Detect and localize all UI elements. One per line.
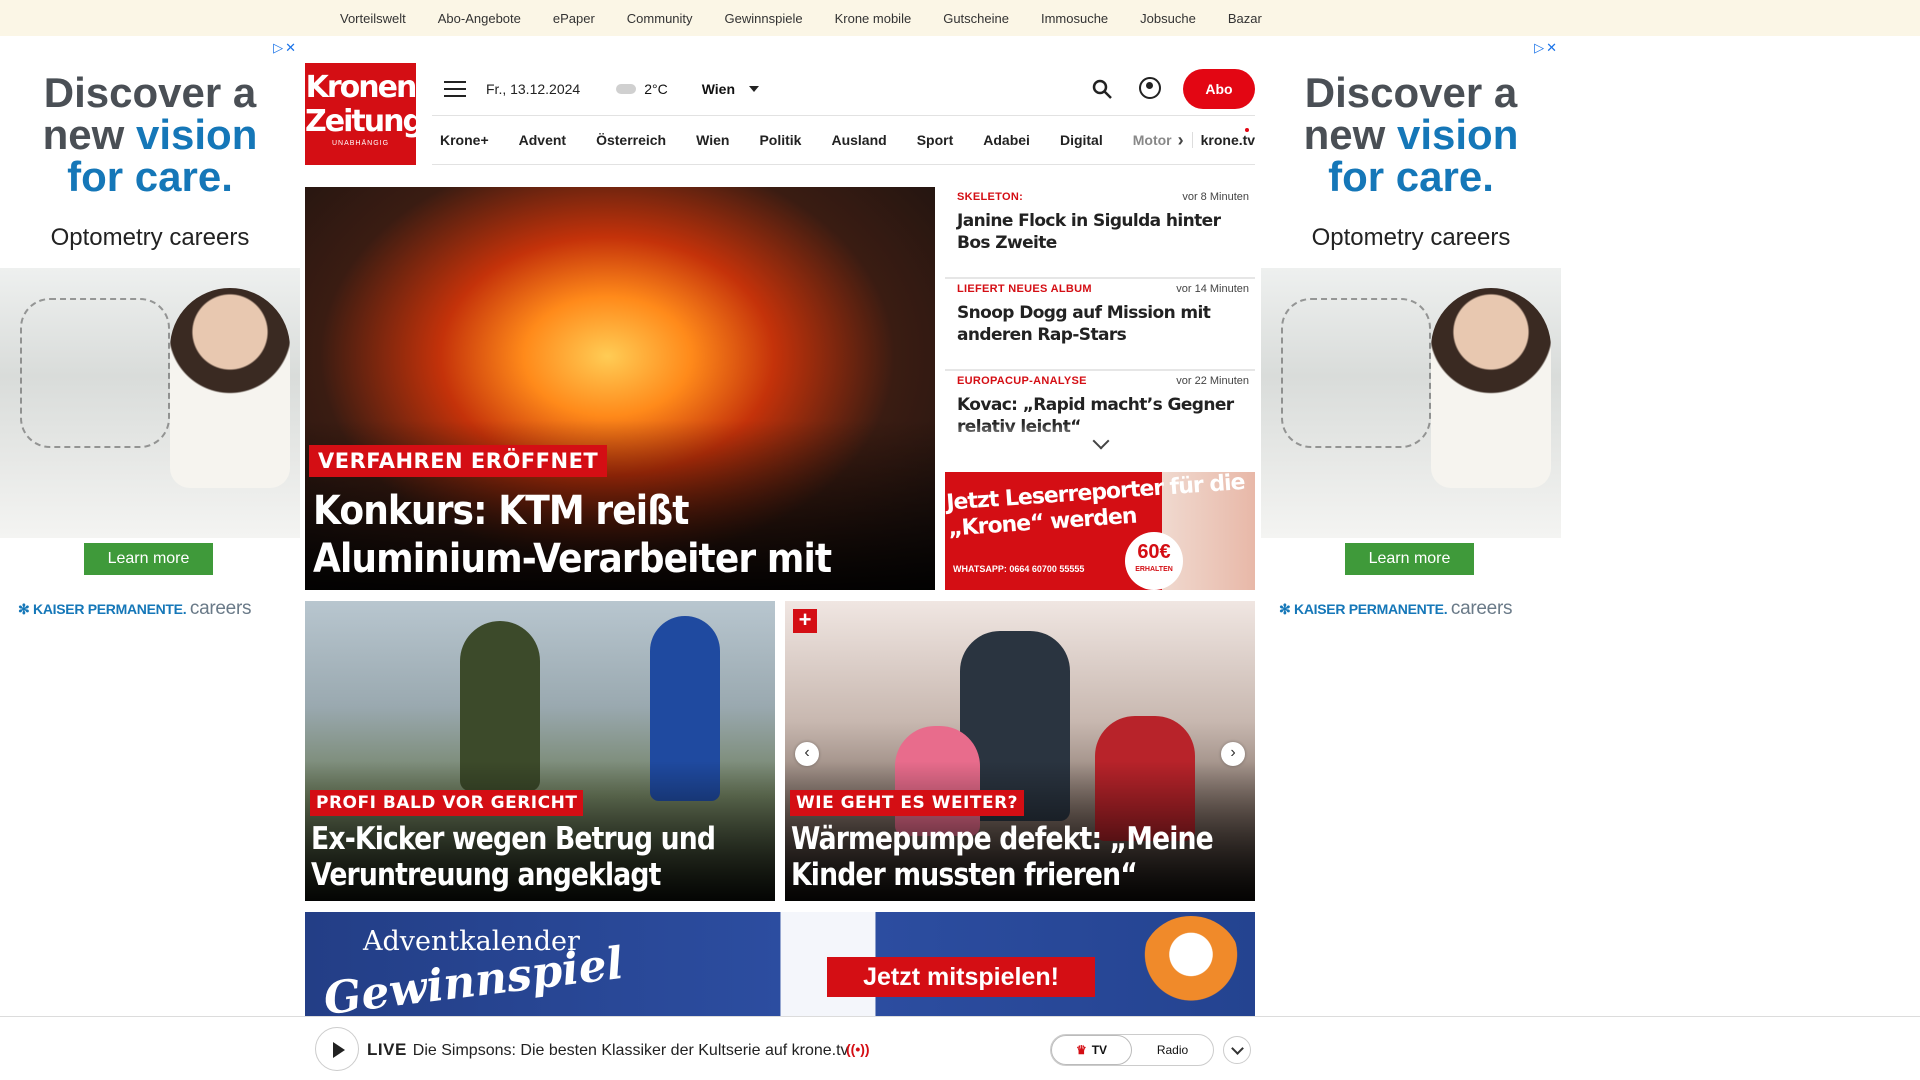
whatsapp-number: WHATSAPP: 0664 60700 55555 (953, 564, 1085, 574)
live-dot-icon (1245, 128, 1249, 132)
ad-learn-more-button[interactable]: Learn more (1345, 543, 1474, 575)
topnav-vorteilswelt[interactable]: Vorteilswelt (340, 11, 406, 26)
card-kicker: WIE GEHT ES WEITER? (790, 790, 1025, 816)
ad-brand-logo: ✻ KAISER PERMANENTE. careers (1279, 598, 1513, 619)
ad-photo (1261, 268, 1561, 538)
topnav-jobsuche[interactable]: Jobsuche (1140, 11, 1196, 26)
topnav-gewinnspiele[interactable]: Gewinnspiele (725, 11, 803, 26)
nav-item-krone-plus[interactable]: Krone+ (440, 132, 489, 148)
tv-tab[interactable]: ♛ TV (1051, 1035, 1132, 1065)
ad-subline: Optometry careers (50, 224, 250, 251)
ticker-time: vor 14 Minuten (1176, 283, 1249, 295)
site-header: Fr., 13.12.2024 2°C Wien Abo (432, 63, 1255, 115)
ad-learn-more-button[interactable]: Learn more (84, 543, 213, 575)
radio-tab[interactable]: Radio (1132, 1035, 1213, 1065)
card-title[interactable]: Wärmepumpe defekt: „Meine Kinder mussten… (791, 821, 1221, 893)
ticker-item[interactable]: LIEFERT NEUES ALBUM vor 14 Minuten Snoop… (945, 279, 1255, 371)
advent-banner[interactable]: Adventkalender Gewinnspiel Jetzt mitspie… (305, 912, 1255, 1017)
nav-item-advent[interactable]: Advent (519, 132, 566, 148)
article-card[interactable]: PROFI BALD VOR GERICHT Ex-Kicker wegen B… (305, 601, 775, 901)
topnav-epaper[interactable]: ePaper (553, 11, 595, 26)
region-select[interactable]: Wien (702, 81, 735, 97)
play-icon[interactable] (315, 1027, 359, 1071)
nav-item-sport[interactable]: Sport (917, 132, 954, 148)
current-date: Fr., 13.12.2024 (486, 81, 581, 97)
news-ticker: SKELETON: vor 8 Minuten Janine Flock in … (945, 187, 1255, 455)
advent-cta-button[interactable]: Jetzt mitspielen! (827, 957, 1095, 997)
nav-item-wien[interactable]: Wien (696, 132, 729, 148)
ticker-title[interactable]: Kovac: „Rapid macht’s Gegner relativ lei… (957, 394, 1249, 438)
leserreporter-banner[interactable]: Jetzt Leserreporter für die „Krone“ werd… (945, 472, 1255, 590)
ticker-item[interactable]: SKELETON: vor 8 Minuten Janine Flock in … (945, 187, 1255, 279)
user-account-icon[interactable] (1139, 77, 1161, 99)
ticker-title[interactable]: Snoop Dogg auf Mission mit anderen Rap-S… (957, 302, 1249, 346)
krone-plus-icon: + (793, 609, 817, 633)
card-title[interactable]: Ex-Kicker wegen Betrug und Veruntreuung … (311, 821, 741, 893)
topnav-bazar[interactable]: Bazar (1228, 11, 1262, 26)
nav-item-adabei[interactable]: Adabei (983, 132, 1030, 148)
right-skyscraper-ad[interactable]: ▷✕ Discover a new vision for care. Optom… (1261, 36, 1561, 646)
chevron-right-icon[interactable]: › (1178, 130, 1184, 151)
ticker-title[interactable]: Janine Flock in Sigulda hinter Bos Zweit… (957, 210, 1249, 254)
nav-item-oesterreich[interactable]: Österreich (596, 132, 666, 148)
broadcast-icon: ((•)) (846, 1041, 870, 1057)
weather-cloud-icon (616, 84, 637, 94)
search-icon[interactable] (1091, 78, 1113, 100)
nav-item-ausland[interactable]: Ausland (831, 132, 886, 148)
hero-kicker: VERFAHREN ERÖFFNET (309, 445, 608, 477)
topnav-immosuche[interactable]: Immosuche (1041, 11, 1108, 26)
fox-mascot (1141, 916, 1241, 1012)
ad-brand-logo: ✻ KAISER PERMANENTE. careers (18, 598, 252, 619)
tv-radio-toggle[interactable]: ♛ TV Radio (1050, 1034, 1214, 1066)
banner-headline: Jetzt Leserreporter für die „Krone“ werd… (945, 472, 1246, 542)
nav-item-krone-tv[interactable]: krone.tv (1191, 132, 1255, 148)
site-logo[interactable]: Kronen Zeitung UNABHÄNGIG (305, 63, 424, 165)
section-nav: Krone+ Advent Österreich Wien Politik Au… (432, 115, 1255, 165)
player-expand-chevron-icon[interactable] (1223, 1036, 1251, 1064)
article-card[interactable]: + ‹ › WIE GEHT ES WEITER? Wärmepumpe def… (785, 601, 1255, 901)
topnav-krone-mobile[interactable]: Krone mobile (835, 11, 912, 26)
abo-button[interactable]: Abo (1183, 69, 1255, 109)
ad-headline: Discover a new vision for care. (1303, 69, 1519, 200)
topnav-gutscheine[interactable]: Gutscheine (943, 11, 1009, 26)
card-kicker: PROFI BALD VOR GERICHT (310, 790, 584, 816)
ticker-time: vor 8 Minuten (1182, 191, 1249, 203)
topnav-abo-angebote[interactable]: Abo-Angebote (438, 11, 521, 26)
live-player-bar: LIVE Die Simpsons: Die besten Klassiker d… (0, 1016, 1920, 1080)
carousel-prev-icon[interactable]: ‹ (795, 742, 819, 766)
nav-item-politik[interactable]: Politik (759, 132, 801, 148)
ad-choices-icon[interactable]: ▷✕ (1534, 40, 1559, 56)
hero-article[interactable]: VERFAHREN ERÖFFNET Konkurs: KTM reißt Al… (305, 187, 935, 590)
ticker-time: vor 22 Minuten (1176, 375, 1249, 387)
menu-icon[interactable] (444, 81, 466, 97)
ad-headline: Discover a new vision for care. (42, 69, 258, 200)
crown-icon: ♛ (1075, 1043, 1087, 1057)
topnav-community[interactable]: Community (627, 11, 693, 26)
live-title[interactable]: LIVE Die Simpsons: Die besten Klassiker d… (367, 1040, 849, 1060)
ad-subline: Optometry careers (1311, 224, 1511, 251)
chevron-down-icon[interactable] (749, 86, 760, 92)
carousel-next-icon[interactable]: › (1221, 742, 1245, 766)
nav-item-motor[interactable]: Motor (1133, 132, 1172, 148)
ad-photo (0, 268, 300, 538)
nav-item-digital[interactable]: Digital (1060, 132, 1103, 148)
weather-temp: 2°C (644, 81, 668, 97)
left-skyscraper-ad[interactable]: ▷✕ Discover a new vision for care. Optom… (0, 36, 300, 646)
reward-badge: 60€ ERHALTEN (1125, 532, 1183, 590)
hero-title[interactable]: Konkurs: KTM reißt Aluminium-Verarbeiter… (313, 487, 862, 583)
top-utility-nav: Vorteilswelt Abo-Angebote ePaper Communi… (0, 0, 1920, 36)
ad-choices-icon[interactable]: ▷✕ (273, 40, 298, 56)
